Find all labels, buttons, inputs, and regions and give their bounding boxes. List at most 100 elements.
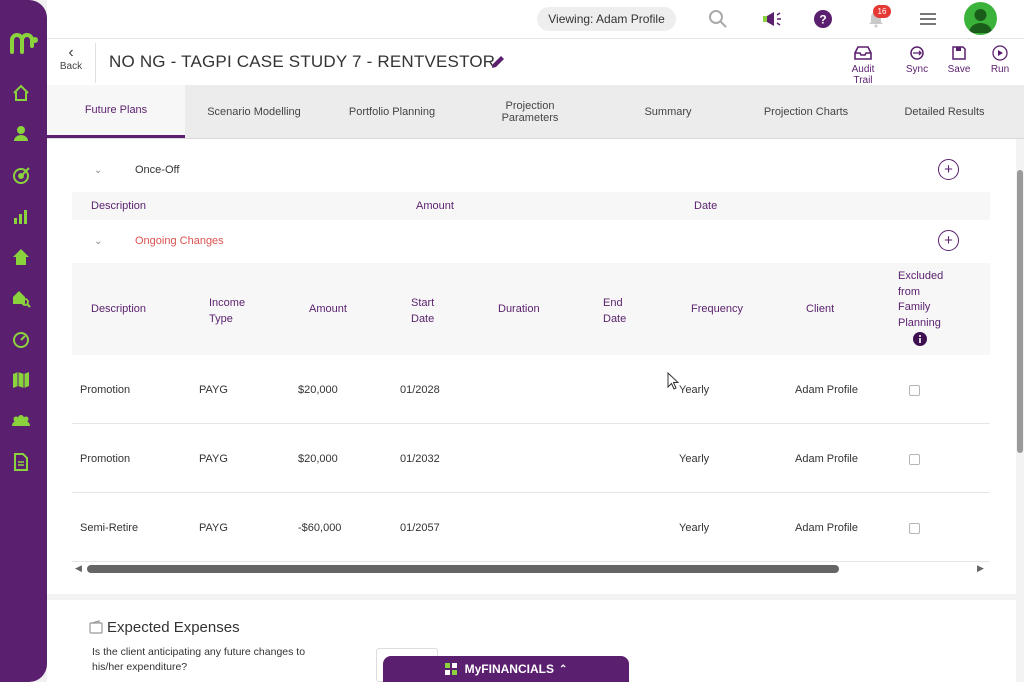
amount-cell: -$60,000	[298, 522, 342, 534]
chevron-up-icon: ⌃	[558, 663, 568, 675]
wallet-icon	[89, 620, 103, 634]
frequency-cell: Yearly	[679, 384, 710, 396]
description-cell: Promotion	[80, 384, 131, 396]
once-off-header[interactable]: ⌄ Once-Off	[72, 152, 990, 188]
plus-icon: +	[944, 232, 953, 249]
home-icon[interactable]	[10, 82, 32, 104]
sync-icon	[910, 46, 924, 60]
save-label: Save	[947, 64, 971, 75]
map-icon[interactable]	[10, 369, 32, 391]
description-cell: Semi-Retire	[80, 522, 139, 534]
tab-scenario-modelling[interactable]: Scenario Modelling	[185, 85, 323, 138]
page-title: NO NG - TAGPI CASE STUDY 7 - RENTVESTOR	[109, 52, 496, 71]
chevron-down-icon[interactable]: ⌄	[94, 236, 102, 247]
tab-bar: Future Plans Scenario Modelling Portfoli…	[47, 85, 1024, 139]
horizontal-scrollbar[interactable]: ◀ ▶	[72, 563, 990, 577]
myfinancials-label: MyFINANCIALS	[464, 662, 554, 676]
menu-icon[interactable]	[916, 7, 940, 31]
income-type-cell: PAYG	[199, 522, 228, 534]
expenses-question: Is the client anticipating any future ch…	[92, 646, 306, 673]
start-date-cell: 01/2057	[400, 522, 440, 534]
app-logo[interactable]	[8, 26, 40, 58]
tab-projection-parameters[interactable]: Projection Parameters	[461, 85, 599, 138]
gauge-icon[interactable]	[10, 328, 32, 350]
column-header: Date	[694, 200, 718, 212]
search-icon[interactable]	[706, 7, 730, 31]
tab-future-plans[interactable]: Future Plans	[47, 85, 185, 138]
title-bar: ‹ Back NO NG - TAGPI CASE STUDY 7 - RENT…	[47, 38, 1024, 86]
myfinancials-bar[interactable]: MyFINANCIALS ⌃	[383, 656, 629, 682]
property-icon[interactable]	[10, 246, 32, 268]
client-cell: Adam Profile	[795, 453, 858, 465]
user-icon[interactable]	[10, 122, 32, 144]
future-income-panel: ⌄ Once-Off + Description Amount Date ⌄ O…	[47, 139, 1016, 594]
vertical-scrollbar[interactable]	[1016, 139, 1024, 682]
table-row[interactable]: Semi-Retire PAYG -$60,000 01/2057 Yearly…	[72, 493, 990, 562]
column-header: End Date	[603, 297, 627, 325]
tab-portfolio-planning[interactable]: Portfolio Planning	[323, 85, 461, 138]
expected-expenses-title: Expected Expenses	[107, 619, 240, 636]
group-icon[interactable]	[10, 410, 32, 432]
pencil-icon[interactable]	[490, 54, 506, 70]
save-icon	[952, 46, 966, 60]
ongoing-changes-header[interactable]: ⌄ Ongoing Changes	[72, 223, 990, 259]
excluded-checkbox[interactable]	[909, 454, 920, 465]
mouse-cursor-icon	[667, 372, 679, 390]
frequency-cell: Yearly	[679, 522, 710, 534]
table-row[interactable]: Promotion PAYG $20,000 01/2028 Yearly Ad…	[72, 355, 990, 424]
run-button[interactable]: Run	[988, 45, 1012, 75]
divider	[95, 43, 96, 83]
excluded-checkbox[interactable]	[909, 523, 920, 534]
scroll-right-icon[interactable]: ▶	[977, 563, 984, 574]
frequency-cell: Yearly	[679, 453, 710, 465]
grid-icon	[444, 663, 457, 675]
property-search-icon[interactable]	[10, 287, 32, 309]
ongoing-table-header: Description Income Type Amount Start Dat…	[72, 263, 990, 355]
column-header: Description	[91, 200, 147, 212]
notification-badge: 16	[873, 5, 891, 18]
amount-cell: $20,000	[298, 384, 338, 396]
column-header: Income Type	[209, 297, 246, 325]
start-date-cell: 01/2028	[400, 384, 440, 396]
scrollbar-thumb[interactable]	[87, 565, 839, 573]
inbox-icon	[854, 46, 872, 60]
chevron-left-icon: ‹	[68, 44, 74, 61]
income-type-cell: PAYG	[199, 453, 228, 465]
back-label: Back	[59, 61, 83, 72]
chevron-down-icon[interactable]: ⌄	[94, 165, 102, 176]
tab-summary[interactable]: Summary	[599, 85, 737, 138]
column-header: Frequency	[691, 303, 743, 315]
help-icon[interactable]: ?	[811, 7, 835, 31]
amount-cell: $20,000	[298, 453, 338, 465]
avatar[interactable]	[964, 2, 997, 35]
ongoing-changes-title: Ongoing Changes	[135, 235, 224, 247]
run-label: Run	[990, 64, 1010, 75]
tab-projection-charts[interactable]: Projection Charts	[737, 85, 875, 138]
back-button[interactable]: ‹ Back	[53, 45, 89, 79]
add-ongoing-change-button[interactable]: +	[938, 230, 959, 251]
target-icon[interactable]	[10, 164, 32, 186]
bar-chart-icon[interactable]	[10, 205, 32, 227]
document-icon[interactable]	[10, 451, 32, 473]
svg-text:?: ?	[819, 13, 826, 27]
save-button[interactable]: Save	[945, 45, 973, 75]
audit-trail-button[interactable]: Audit Trail	[842, 45, 884, 86]
scrollbar-thumb[interactable]	[1017, 170, 1023, 453]
table-row[interactable]: Promotion PAYG $20,000 01/2032 Yearly Ad…	[72, 424, 990, 493]
add-once-off-button[interactable]: +	[938, 159, 959, 180]
column-header: Duration	[498, 303, 540, 315]
client-cell: Adam Profile	[795, 522, 858, 534]
sync-button[interactable]: Sync	[902, 45, 932, 75]
viewing-profile-pill[interactable]: Viewing: Adam Profile	[537, 7, 676, 31]
scroll-left-icon[interactable]: ◀	[75, 563, 82, 574]
column-header: Excluded from Family Planning	[898, 270, 944, 329]
megaphone-icon[interactable]	[759, 7, 783, 31]
column-header: Description	[91, 303, 147, 315]
plus-icon: +	[944, 161, 953, 178]
tab-detailed-results[interactable]: Detailed Results	[875, 85, 1014, 138]
info-icon[interactable]	[913, 332, 927, 346]
once-off-title: Once-Off	[135, 164, 180, 176]
client-cell: Adam Profile	[795, 384, 858, 396]
sync-label: Sync	[905, 64, 929, 75]
excluded-checkbox[interactable]	[909, 385, 920, 396]
